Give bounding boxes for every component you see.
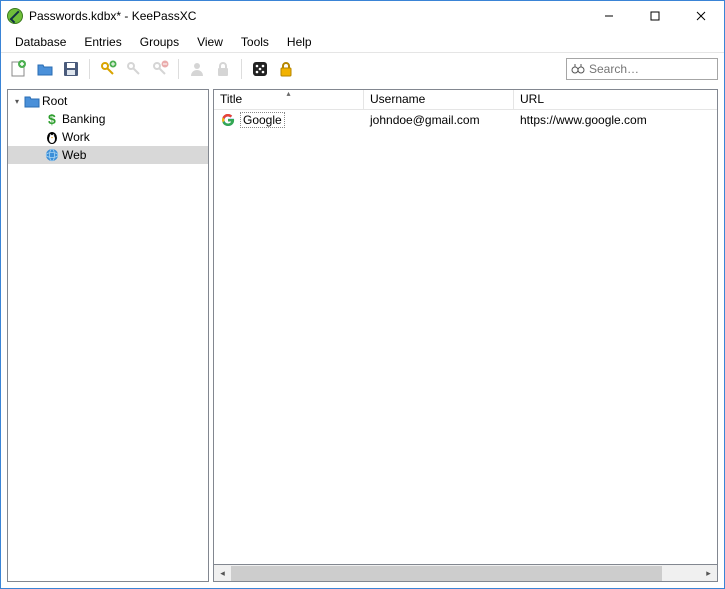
save-icon [62, 60, 80, 78]
penguin-icon [44, 129, 60, 145]
delete-entry-button[interactable] [148, 57, 172, 81]
open-database-button[interactable] [33, 57, 57, 81]
column-url[interactable]: URL [514, 90, 717, 109]
menu-database[interactable]: Database [7, 33, 74, 51]
toolbar-separator [241, 59, 242, 79]
open-folder-icon [36, 60, 54, 78]
tree-root[interactable]: ▾ Root [8, 92, 208, 110]
tree-group-work[interactable]: Work [8, 128, 208, 146]
menu-view[interactable]: View [189, 33, 231, 51]
menu-groups[interactable]: Groups [132, 33, 187, 51]
user-icon [188, 60, 206, 78]
key-edit-icon [125, 60, 143, 78]
minimize-icon [604, 11, 614, 21]
google-icon [220, 112, 236, 128]
caret-down-icon[interactable]: ▾ [12, 96, 22, 106]
menubar: Database Entries Groups View Tools Help [1, 31, 724, 53]
tree-group-label: Banking [62, 112, 105, 126]
scroll-left-button[interactable]: ◂ [214, 566, 231, 581]
entry-url-cell: https://www.google.com [514, 112, 717, 128]
dollar-icon: $ [44, 111, 60, 127]
entry-username-cell: johndoe@gmail.com [364, 112, 514, 128]
tree-group-label: Work [62, 130, 90, 144]
horizontal-scrollbar[interactable]: ◂ ▸ [213, 565, 718, 582]
new-entry-button[interactable] [96, 57, 120, 81]
titlebar[interactable]: Passwords.kdbx* - KeePassXC [1, 1, 724, 31]
search-box[interactable] [566, 58, 718, 80]
svg-text:$: $ [48, 111, 56, 127]
new-database-button[interactable] [7, 57, 31, 81]
main-area: ▾ Root $ Banking Work Web [1, 85, 724, 588]
folder-icon [24, 93, 40, 109]
maximize-icon [650, 11, 660, 21]
close-icon [696, 11, 706, 21]
tree-group-web[interactable]: Web [8, 146, 208, 164]
scroll-thumb[interactable] [231, 566, 662, 581]
menu-tools[interactable]: Tools [233, 33, 277, 51]
search-input[interactable] [589, 62, 725, 76]
menu-help[interactable]: Help [279, 33, 320, 51]
copy-password-button[interactable] [211, 57, 235, 81]
entry-title-cell: Google [214, 111, 364, 129]
lock-copy-icon [214, 60, 232, 78]
key-delete-icon [151, 60, 169, 78]
tree-group-banking[interactable]: $ Banking [8, 110, 208, 128]
entry-row[interactable]: Google johndoe@gmail.com https://www.goo… [214, 110, 717, 130]
sort-asc-icon: ▴ [286, 89, 290, 98]
save-database-button[interactable] [59, 57, 83, 81]
close-button[interactable] [678, 1, 724, 31]
dice-icon [251, 60, 269, 78]
minimize-button[interactable] [586, 1, 632, 31]
group-tree[interactable]: ▾ Root $ Banking Work Web [7, 89, 209, 582]
window-title: Passwords.kdbx* - KeePassXC [29, 9, 196, 23]
app-icon [7, 8, 23, 24]
edit-entry-button[interactable] [122, 57, 146, 81]
entries-header: Title ▴ Username URL [214, 90, 717, 110]
entries-list[interactable]: Title ▴ Username URL Google johndoe@gmai… [213, 89, 718, 565]
entries-pane: Title ▴ Username URL Google johndoe@gmai… [213, 89, 718, 582]
binoculars-icon [571, 61, 585, 78]
new-database-icon [10, 60, 28, 78]
maximize-button[interactable] [632, 1, 678, 31]
tree-group-label: Web [62, 148, 86, 162]
tree-root-label: Root [42, 94, 67, 108]
scroll-track[interactable] [231, 566, 700, 581]
menu-entries[interactable]: Entries [76, 33, 129, 51]
lock-icon [277, 60, 295, 78]
column-username[interactable]: Username [364, 90, 514, 109]
password-generator-button[interactable] [248, 57, 272, 81]
key-add-icon [99, 60, 117, 78]
column-title[interactable]: Title ▴ [214, 90, 364, 109]
copy-username-button[interactable] [185, 57, 209, 81]
toolbar [1, 53, 724, 85]
app-window: Passwords.kdbx* - KeePassXC Database Ent… [0, 0, 725, 589]
toolbar-separator [89, 59, 90, 79]
globe-icon [44, 147, 60, 163]
toolbar-separator [178, 59, 179, 79]
lock-database-button[interactable] [274, 57, 298, 81]
scroll-right-button[interactable]: ▸ [700, 566, 717, 581]
